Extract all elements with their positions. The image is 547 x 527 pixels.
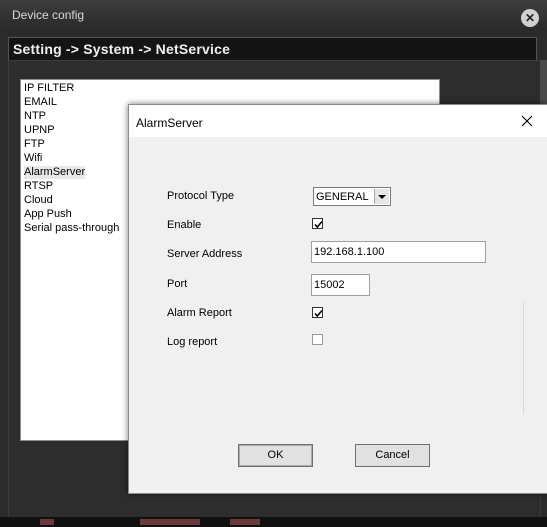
list-item-ftp[interactable]: FTP bbox=[24, 138, 45, 151]
checkmark-icon bbox=[314, 309, 323, 318]
list-item-serial-pass-through[interactable]: Serial pass-through bbox=[24, 222, 119, 235]
enable-label: Enable bbox=[167, 219, 202, 231]
close-icon[interactable] bbox=[520, 114, 534, 128]
list-item-ip-filter[interactable]: IP FILTER bbox=[24, 82, 74, 95]
port-label: Port bbox=[167, 278, 188, 290]
close-icon[interactable]: ✕ bbox=[521, 9, 539, 27]
decoration bbox=[140, 519, 200, 525]
checkmark-icon bbox=[314, 220, 323, 229]
divider bbox=[523, 301, 524, 414]
cancel-button[interactable]: Cancel bbox=[355, 444, 430, 467]
enable-checkbox[interactable] bbox=[312, 218, 323, 229]
breadcrumb-text: Setting -> System -> NetService bbox=[13, 41, 231, 57]
window-title: Device config bbox=[12, 8, 85, 22]
outer-titlebar: Device config ✕ bbox=[0, 0, 547, 30]
list-item-ntp[interactable]: NTP bbox=[24, 110, 46, 123]
list-item-rtsp[interactable]: RTSP bbox=[24, 180, 53, 193]
list-item-app-push[interactable]: App Push bbox=[24, 208, 72, 221]
server-address-label: Server Address bbox=[167, 248, 243, 260]
list-item-wifi[interactable]: Wifi bbox=[24, 152, 42, 165]
list-item-upnp[interactable]: UPNP bbox=[24, 124, 55, 137]
alarm-report-checkbox[interactable] bbox=[312, 307, 323, 318]
ok-button[interactable]: OK bbox=[238, 444, 313, 467]
list-item-alarmserver[interactable]: AlarmServer bbox=[24, 166, 86, 179]
bottom-strip bbox=[0, 517, 547, 527]
protocol-type-label: Protocol Type bbox=[167, 190, 235, 202]
log-report-checkbox[interactable] bbox=[312, 334, 323, 345]
dialog-title: AlarmServer bbox=[136, 116, 203, 130]
list-item-email[interactable]: EMAIL bbox=[24, 96, 57, 109]
server-address-input[interactable] bbox=[311, 241, 486, 263]
protocol-type-value: GENERAL bbox=[316, 191, 369, 203]
breadcrumb: Setting -> System -> NetService bbox=[8, 37, 537, 60]
list-item-cloud[interactable]: Cloud bbox=[24, 194, 53, 207]
decoration bbox=[230, 519, 260, 525]
alarm-report-label: Alarm Report bbox=[167, 307, 232, 319]
port-input[interactable] bbox=[311, 274, 370, 296]
alarmserver-dialog: AlarmServer Protocol Type GENERAL Enable… bbox=[128, 104, 547, 494]
log-report-label: Log report bbox=[167, 336, 218, 348]
decoration bbox=[40, 519, 54, 525]
protocol-type-select[interactable]: GENERAL bbox=[313, 187, 391, 206]
dialog-titlebar: AlarmServer bbox=[129, 105, 547, 137]
chevron-down-icon[interactable] bbox=[374, 189, 389, 204]
